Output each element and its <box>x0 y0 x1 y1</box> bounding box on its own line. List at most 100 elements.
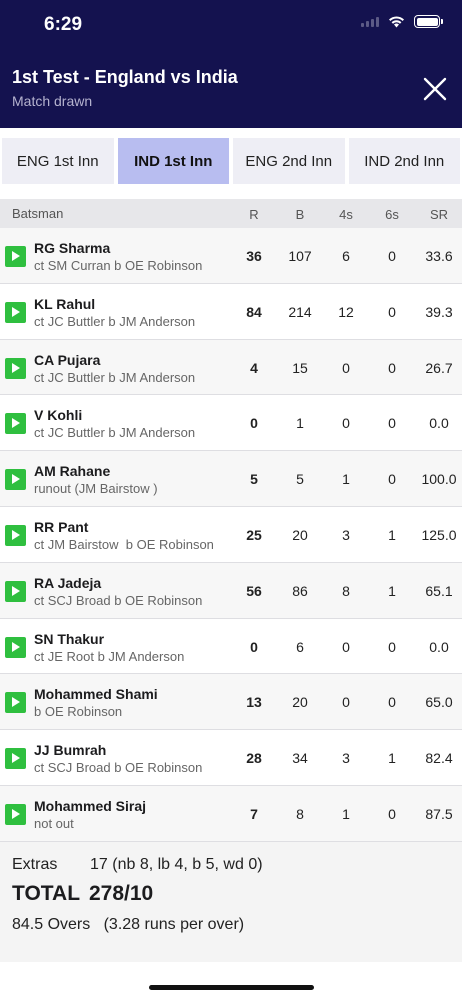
sixes-value: 0 <box>388 415 396 432</box>
table-row[interactable]: RG Sharma ct SM Curran b OE Robinson 36 107… <box>0 228 462 284</box>
play-icon[interactable] <box>5 246 26 267</box>
batsman-name: RR Pant <box>34 518 89 535</box>
play-icon[interactable] <box>5 748 26 770</box>
strike-rate-value: 100.0 <box>421 471 457 488</box>
dismissal-text: ct JC Buttler b JM Anderson <box>34 369 196 385</box>
table-row[interactable]: V Kohli ct JC Buttler b JM Anderson 0 1 0 0 0.… <box>0 395 462 452</box>
dismissal-text: ct SCJ Broad b OE Robinson <box>34 760 203 776</box>
match-header: 6:29 1st Test - England vs India Match d… <box>0 0 462 128</box>
batsman-name: V Kohli <box>34 407 83 424</box>
strike-rate-value: 0.0 <box>429 415 449 432</box>
balls-value: 86 <box>292 582 308 599</box>
batsman-name: KL Rahul <box>34 295 96 312</box>
sixes-value: 0 <box>388 694 396 711</box>
dismissal-text: ct JC Buttler b JM Anderson <box>34 425 196 441</box>
cellular-signal-icon <box>361 16 379 27</box>
sixes-value: 0 <box>388 359 396 376</box>
battery-icon <box>414 15 443 28</box>
runs-value: 4 <box>250 359 258 376</box>
runs-value: 84 <box>246 303 262 320</box>
dismissal-text: ct JE Root b JM Anderson <box>34 648 185 664</box>
strike-rate-value: 82.4 <box>425 750 453 767</box>
balls-value: 20 <box>292 526 308 543</box>
strike-rate-value: 65.0 <box>425 694 453 711</box>
runs-value: 25 <box>246 526 262 543</box>
table-row[interactable]: RR Pant ct JM Bairstow b OE Robinson 25 20 3… <box>0 506 462 563</box>
play-icon[interactable] <box>5 692 26 714</box>
runs-value: 28 <box>246 750 262 767</box>
table-row[interactable]: Mohammed Siraj not out 7 8 1 0 87.5 <box>0 785 462 842</box>
overs-summary: 84.5 Overs (3.28 runs per over) <box>12 916 245 933</box>
tab-ind-2nd-inn[interactable]: IND 2nd Inn <box>348 138 460 184</box>
table-row[interactable]: CA Pujara ct JC Buttler b JM Anderson 4 15 0… <box>0 339 462 396</box>
dismissal-text: ct SCJ Broad b OE Robinson <box>34 592 203 608</box>
dismissal-text: b OE Robinson <box>34 704 123 720</box>
table-header: Batsman R B 4s 6s SR <box>0 199 462 228</box>
table-row[interactable]: AM Rahane runout (JM Bairstow ) 5 5 1 0 100.0 <box>0 451 462 507</box>
batting-scorecard: Batsman R B 4s 6s SR RG Sharma ct SM Curr… <box>0 199 462 842</box>
total-value: 278/10 <box>89 882 154 905</box>
match-title: 1st Test - England vs India <box>12 67 238 87</box>
play-icon[interactable] <box>5 469 26 491</box>
header-batsman: Batsman <box>12 206 64 221</box>
play-icon[interactable] <box>5 357 26 379</box>
sixes-value: 1 <box>388 526 396 543</box>
innings-summary: Extras 17 (nb 8, lb 4, b 5, wd 0) TOTAL … <box>0 842 462 962</box>
runs-value: 5 <box>250 471 258 488</box>
header-fours: 4s <box>339 207 353 222</box>
balls-value: 15 <box>292 359 308 376</box>
table-row[interactable]: RA Jadeja ct SCJ Broad b OE Robinson 56 86 8… <box>0 562 462 619</box>
play-icon[interactable] <box>5 301 26 323</box>
sixes-value: 0 <box>388 471 396 488</box>
tab-ind-1st-inn[interactable]: IND 1st Inn <box>117 138 229 184</box>
home-indicator[interactable] <box>149 985 314 990</box>
balls-value: 8 <box>296 805 304 822</box>
sixes-value: 0 <box>388 303 396 320</box>
runs-value: 7 <box>250 805 258 822</box>
tab-eng-1st-inn[interactable]: ENG 1st Inn <box>2 138 114 184</box>
strike-rate-value: 87.5 <box>425 805 453 822</box>
table-row[interactable]: SN Thakur ct JE Root b JM Anderson 0 6 0 0 0.0 <box>0 618 462 675</box>
play-icon[interactable] <box>5 803 26 825</box>
batsman-name: JJ Bumrah <box>34 742 107 759</box>
balls-value: 20 <box>292 694 308 711</box>
play-icon[interactable] <box>5 580 26 602</box>
fours-value: 8 <box>342 582 350 599</box>
play-icon[interactable] <box>5 524 26 546</box>
dismissal-text: ct JC Buttler b JM Anderson <box>34 313 196 329</box>
table-row[interactable]: Mohammed Shami b OE Robinson 13 20 0 0 65.0 <box>0 674 462 731</box>
total-label: TOTAL <box>12 882 81 905</box>
batsman-name: SN Thakur <box>34 630 105 647</box>
play-icon[interactable] <box>5 413 26 435</box>
innings-tabs: ENG 1st Inn IND 1st Inn ENG 2nd Inn IND … <box>2 138 460 184</box>
status-time: 6:29 <box>44 14 83 35</box>
header-balls: B <box>295 207 305 222</box>
strike-rate-value: 65.1 <box>425 582 453 599</box>
header-sixes: 6s <box>385 207 399 222</box>
strike-rate-value: 39.3 <box>425 303 453 320</box>
extras-label: Extras <box>12 856 58 873</box>
header-runs: R <box>249 207 259 222</box>
close-icon[interactable] <box>418 72 452 106</box>
wifi-icon <box>389 16 404 28</box>
runs-value: 0 <box>250 415 258 432</box>
tab-eng-2nd-inn[interactable]: ENG 2nd Inn <box>233 138 345 184</box>
runs-value: 13 <box>246 694 262 711</box>
batsman-name: AM Rahane <box>34 463 111 480</box>
sixes-value: 0 <box>388 638 396 655</box>
batsman-name: RG Sharma <box>34 240 111 256</box>
table-row[interactable]: KL Rahul ct JC Buttler b JM Anderson 84 214… <box>0 283 462 340</box>
fours-value: 1 <box>342 471 350 488</box>
balls-value: 1 <box>296 415 304 432</box>
fours-value: 0 <box>342 694 350 711</box>
balls-value: 214 <box>288 303 312 320</box>
dismissal-text: ct JM Bairstow b OE Robinson <box>34 536 214 552</box>
dismissal-text: not out <box>34 815 74 831</box>
play-icon[interactable] <box>5 636 26 658</box>
table-row[interactable]: JJ Bumrah ct SCJ Broad b OE Robinson 28 34 3… <box>0 730 462 786</box>
strike-rate-value: 33.6 <box>425 248 453 264</box>
fours-value: 3 <box>342 526 350 543</box>
batsman-name: RA Jadeja <box>34 574 102 591</box>
runs-value: 36 <box>246 248 262 264</box>
fours-value: 6 <box>342 248 350 264</box>
